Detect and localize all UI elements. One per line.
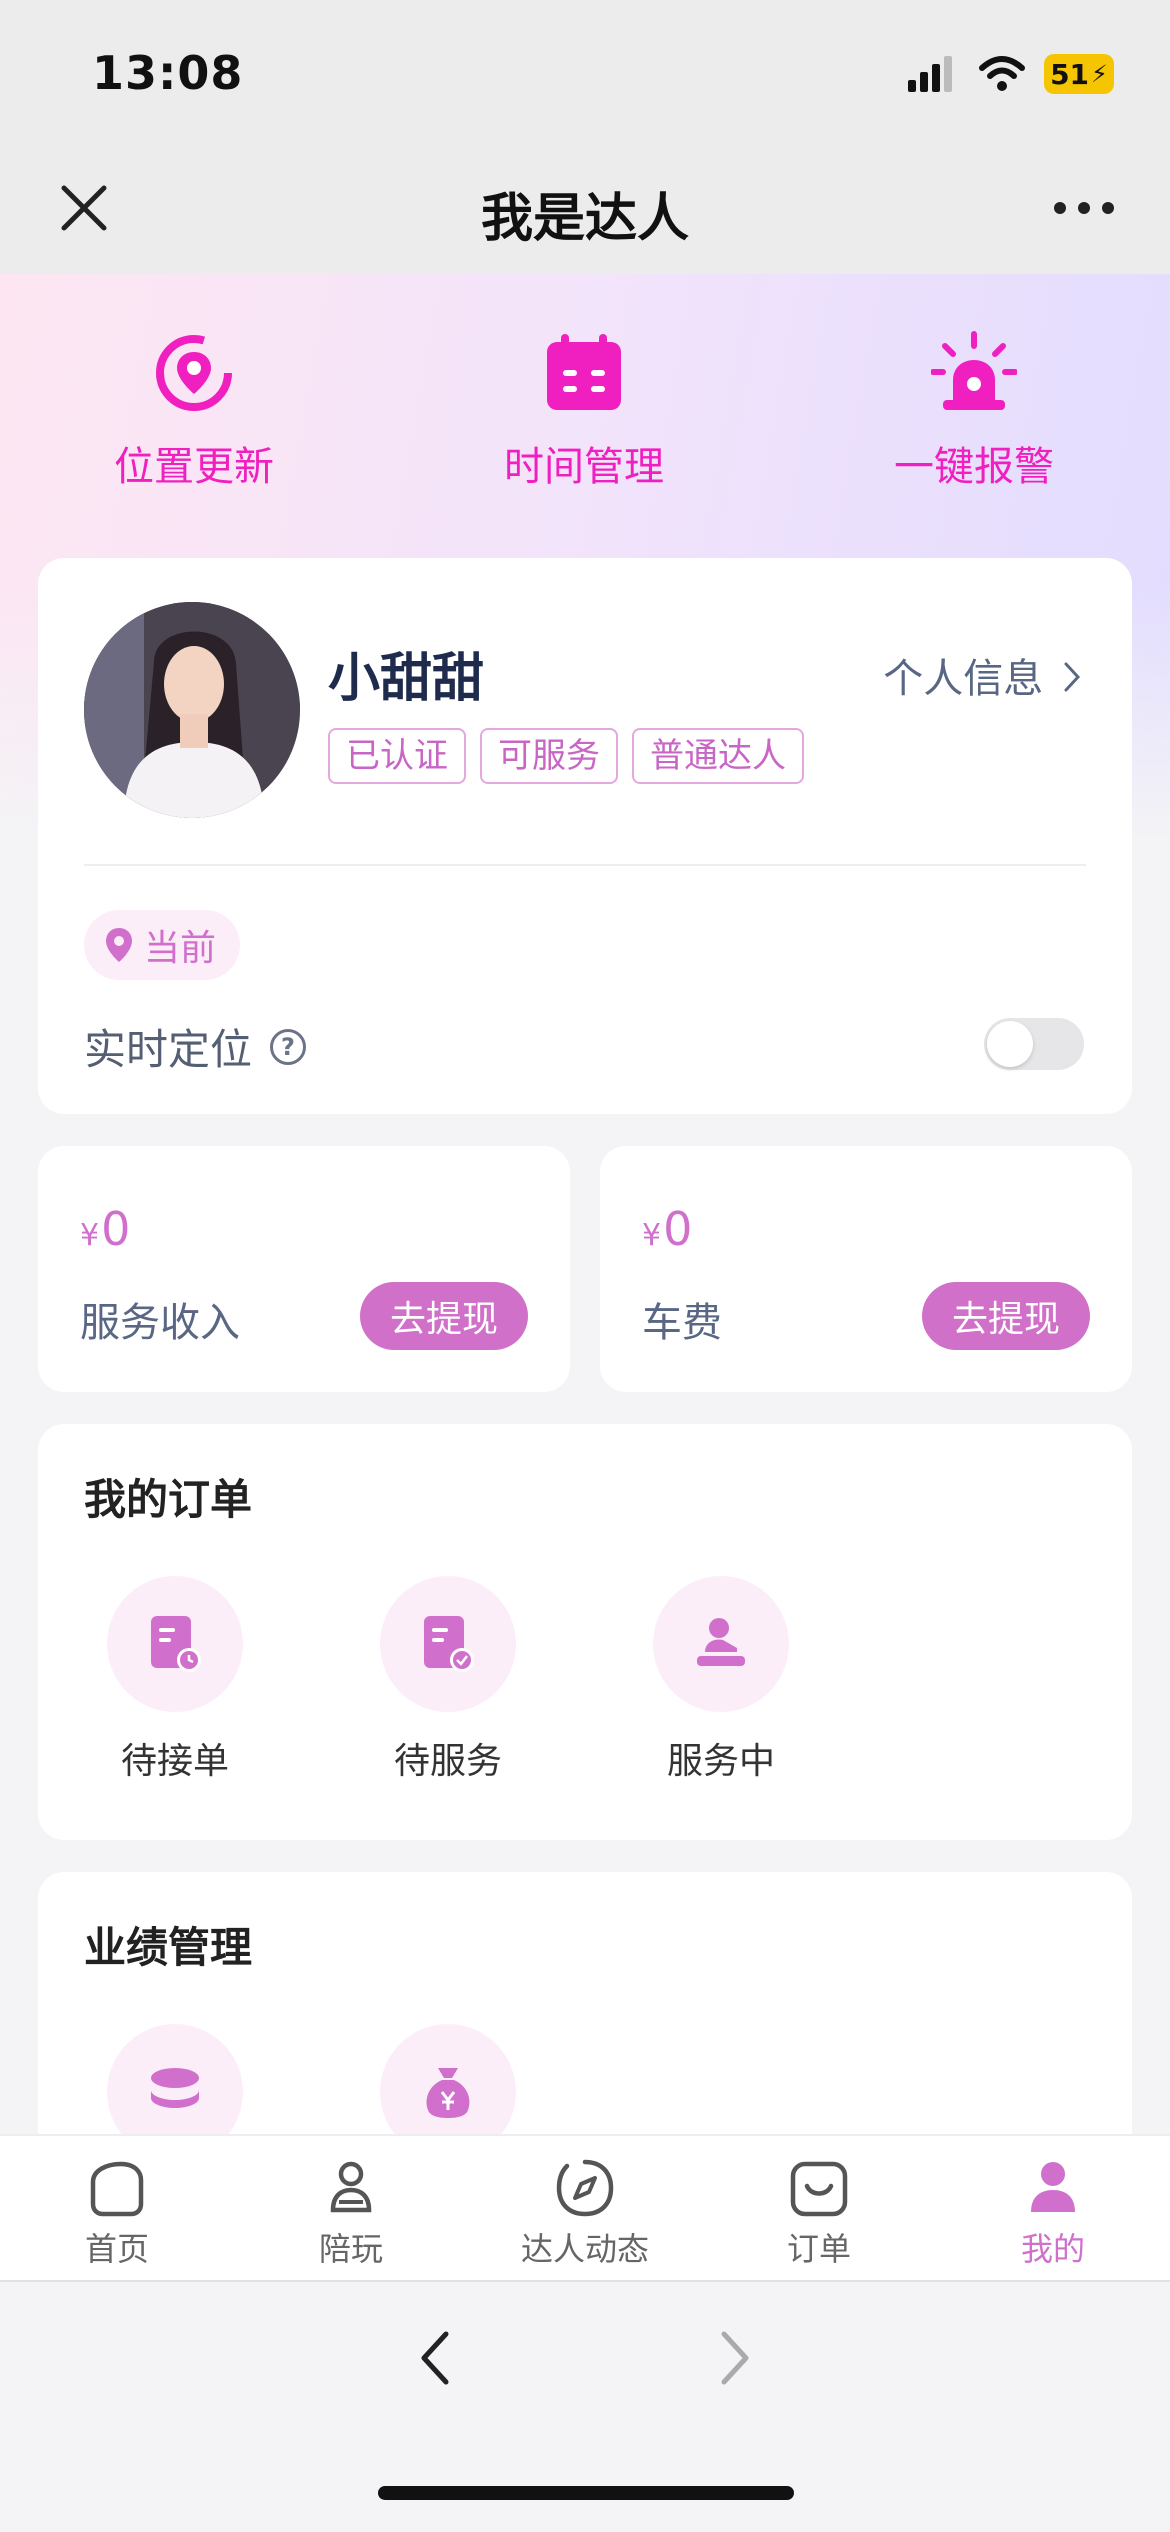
alarm-icon (931, 331, 1017, 410)
compass-icon (556, 2159, 614, 2217)
to-serve-icon (424, 1616, 474, 1672)
tag-available: 可服务 (480, 728, 618, 784)
order-bag-icon (790, 2161, 848, 2217)
my-orders-card: 我的订单 待接单 待服务 服务中 (38, 1424, 1132, 1840)
avatar[interactable] (84, 602, 300, 818)
currency-symbol: ¥ (642, 1218, 662, 1253)
location-badge: 当前 (84, 910, 241, 980)
realtime-location-row: 实时定位 ? (84, 1016, 307, 1077)
help-icon[interactable]: ? (270, 1028, 307, 1065)
order-icon-circle (380, 1576, 516, 1712)
tab-label: 订单 (786, 2230, 851, 2268)
nav-bar: 我是达人 (0, 140, 1170, 274)
location-badge-label: 当前 (144, 928, 217, 969)
coins-icon (151, 2068, 199, 2108)
tab-home[interactable]: 首页 (0, 2156, 234, 2270)
signal-icon (908, 56, 952, 92)
order-in-service[interactable]: 服务中 (611, 1576, 831, 1784)
orders-title: 我的订单 (84, 1475, 253, 1524)
quick-action-time[interactable]: 时间管理 (434, 330, 734, 492)
in-service-icon (697, 1618, 745, 1666)
page-title: 我是达人 (480, 189, 689, 249)
order-label: 待服务 (393, 1741, 502, 1782)
tab-label: 达人动态 (520, 2230, 649, 2268)
more-icon (1054, 202, 1114, 214)
location-refresh-icon (156, 335, 232, 411)
service-income-card: ¥0 服务收入 去提现 (38, 1146, 570, 1392)
home-indicator (378, 2486, 794, 2500)
tab-feed[interactable]: 达人动态 (468, 2156, 702, 2270)
service-income-label: 服务收入 (80, 1300, 240, 1346)
tab-bar: 首页 陪玩 达人动态 订单 我的 (0, 2134, 1170, 2280)
profile-icon (1031, 2162, 1075, 2212)
order-label: 待接单 (120, 1741, 229, 1782)
back-button[interactable] (412, 2326, 458, 2390)
home-icon (90, 2161, 144, 2217)
tab-companion[interactable]: 陪玩 (234, 2156, 468, 2270)
quick-action-alarm[interactable]: 一键报警 (824, 330, 1124, 492)
tab-orders[interactable]: 订单 (702, 2156, 936, 2270)
status-icons: 51 ⚡ (906, 50, 1114, 98)
order-icon-circle (653, 1576, 789, 1712)
quick-action-label: 位置更新 (114, 444, 274, 490)
divider (84, 864, 1086, 866)
order-to-serve[interactable]: 待服务 (338, 1576, 558, 1784)
battery-level: 51 (1050, 57, 1090, 91)
tab-label: 陪玩 (318, 2230, 383, 2268)
currency-symbol: ¥ (80, 1218, 100, 1253)
chevron-left-icon (421, 2331, 449, 2385)
profile-name: 小甜甜 (328, 649, 485, 709)
tab-label: 首页 (84, 2230, 149, 2268)
profile-tags: 已认证 可服务 普通达人 (328, 728, 804, 784)
order-pending-accept[interactable]: 待接单 (65, 1576, 285, 1784)
travel-fee-amount: ¥0 (642, 1202, 692, 1256)
travel-fee-card: ¥0 车费 去提现 (600, 1146, 1132, 1392)
avatar-image (84, 602, 300, 818)
quick-action-label: 时间管理 (504, 444, 664, 490)
service-income-amount: ¥0 (80, 1202, 130, 1256)
realtime-location-toggle[interactable] (984, 1018, 1084, 1070)
tag-verified: 已认证 (328, 728, 466, 784)
charging-icon: ⚡ (1091, 60, 1108, 88)
more-button[interactable] (1044, 176, 1124, 240)
travel-fee-label: 车费 (642, 1300, 722, 1346)
tag-level: 普通达人 (632, 728, 804, 784)
tab-label: 我的 (1020, 2230, 1085, 2268)
pending-order-icon (151, 1616, 201, 1672)
wifi-icon (979, 56, 1025, 91)
tab-mine[interactable]: 我的 (936, 2156, 1170, 2270)
personal-info-link[interactable]: 个人信息 (883, 646, 1084, 704)
forward-button[interactable] (712, 2326, 758, 2390)
calendar-icon (547, 334, 621, 410)
amount-value: 0 (101, 1202, 131, 1256)
withdraw-fee-button[interactable]: 去提现 (922, 1282, 1090, 1350)
companion-icon (330, 2161, 372, 2213)
status-bar: 13:08 51 ⚡ (0, 0, 1170, 140)
withdraw-income-button[interactable]: 去提现 (360, 1282, 528, 1350)
realtime-location-label: 实时定位 (84, 1025, 253, 1074)
money-bag-icon (426, 2068, 470, 2118)
chevron-right-icon (721, 2331, 749, 2385)
amount-value: 0 (663, 1202, 693, 1256)
status-time: 13:08 (92, 46, 244, 100)
quick-action-label: 一键报警 (894, 444, 1054, 490)
profile-card: 小甜甜 个人信息 已认证 可服务 普通达人 当前 实时定位 ? (38, 558, 1132, 1114)
battery-indicator: 51 ⚡ (1044, 54, 1114, 94)
quick-action-location[interactable]: 位置更新 (44, 330, 344, 492)
performance-title: 业绩管理 (84, 1923, 253, 1972)
order-label: 服务中 (666, 1741, 775, 1782)
order-icon-circle (107, 1576, 243, 1712)
location-pin-icon (106, 928, 132, 962)
personal-info-label: 个人信息 (883, 656, 1044, 702)
chevron-right-icon (1064, 662, 1081, 692)
